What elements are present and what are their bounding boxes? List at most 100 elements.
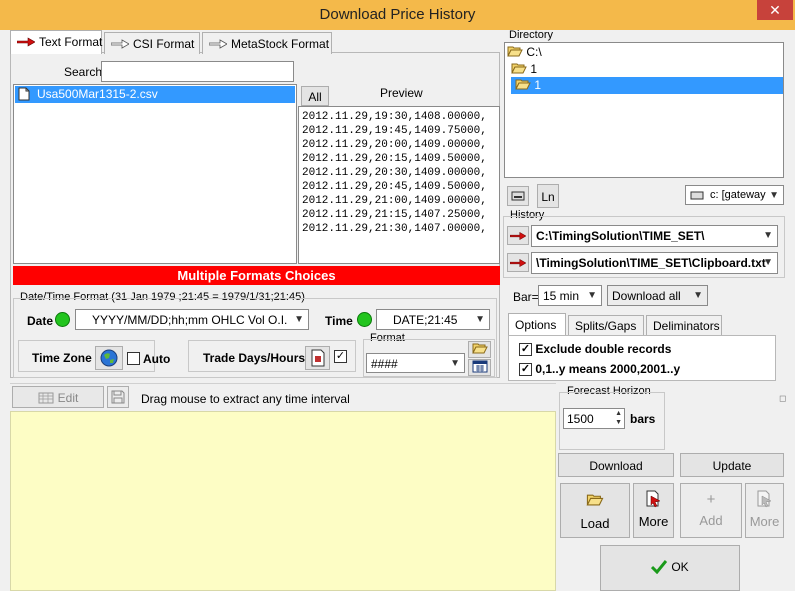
forecast-value: 1500 — [567, 412, 594, 426]
years-label: 0,1..y means 2000,2001..y — [535, 362, 681, 376]
drive-icon — [690, 191, 704, 200]
more2-label: More — [749, 514, 780, 529]
preview-line: 2012.11.29,21:15,1407.25000, — [302, 209, 487, 221]
spin-arrows-icon[interactable]: ▲ ▼ — [615, 409, 622, 427]
more-disabled-button[interactable]: More — [745, 483, 784, 538]
download-mode-value: Download all — [612, 289, 681, 303]
trade-days-button[interactable] — [305, 346, 330, 370]
arrow-right-icon — [111, 39, 129, 49]
directory-label: Directory — [509, 29, 554, 41]
exclude-double-option[interactable]: ✓ Exclude double records — [519, 342, 672, 357]
options-tabs: Options Splits/Gaps Deliminators — [506, 311, 786, 335]
list-item[interactable]: Usa500Mar1315-2.csv — [15, 86, 295, 103]
arrow-right-icon — [509, 231, 527, 241]
history-path1-value: C:\TimingSolution\TIME_SET\ — [536, 229, 705, 243]
table-edit-icon — [38, 392, 54, 404]
close-button[interactable]: ✕ — [757, 0, 793, 20]
more-button[interactable]: More — [633, 483, 674, 538]
directory-tree[interactable]: C:\ 1 1 — [504, 42, 784, 178]
exclude-label: Exclude double records — [535, 342, 672, 356]
tab-options[interactable]: Options — [508, 313, 566, 335]
time-format-select[interactable]: DATE;21:45 ▼ — [376, 309, 490, 330]
timezone-button[interactable] — [95, 346, 123, 370]
calendar-button[interactable] — [468, 359, 491, 376]
status-dot-icon — [357, 312, 372, 327]
folder-open-icon — [586, 494, 604, 506]
history-path2-select[interactable]: \TimingSolution\TIME_SET\Clipboard.txt ▼ — [531, 252, 778, 274]
folder-open-icon — [471, 343, 488, 354]
edit-hint: Drag mouse to extract any time interval — [141, 392, 350, 406]
download-button[interactable]: Download — [558, 453, 674, 477]
date-label: Date — [27, 314, 54, 328]
chevron-down-icon: ▼ — [763, 230, 773, 241]
download-mode-select[interactable]: Download all ▼ — [607, 285, 708, 306]
preview-line: 2012.11.29,20:45,1409.50000, — [302, 181, 487, 193]
open-folder-button[interactable] — [468, 341, 491, 358]
preview-line: 2012.11.29,20:30,1409.00000, — [302, 167, 487, 179]
all-button[interactable]: All — [301, 86, 329, 106]
ok-button[interactable]: OK — [600, 545, 740, 591]
tree-item-selected[interactable]: 1 — [511, 77, 783, 94]
preview-line: 2012.11.29,19:30,1408.00000, — [302, 111, 487, 123]
tree-item[interactable]: C:\ — [507, 45, 542, 61]
resize-icon: ◻ — [779, 393, 787, 403]
forecast-unit: bars — [630, 412, 656, 426]
load-button[interactable]: Load — [560, 483, 630, 538]
history-path1-button[interactable] — [507, 226, 529, 245]
add-button[interactable]: + Add — [680, 483, 742, 538]
forecast-input[interactable]: 1500 ▲ ▼ — [563, 408, 625, 429]
globe-icon — [100, 349, 118, 367]
drive-select[interactable]: c: [gateway ▼ — [685, 185, 784, 205]
preview-box[interactable]: 2012.11.29,19:30,1408.00000, 2012.11.29,… — [298, 106, 500, 264]
tab-label: MetaStock Format — [231, 37, 330, 51]
exclude-checkbox[interactable]: ✓ — [519, 343, 532, 357]
search-label: Search — [64, 65, 103, 79]
ln-button[interactable]: Ln — [537, 184, 559, 208]
tab-deliminators[interactable]: Deliminators — [646, 315, 722, 335]
history-path2-value: \TimingSolution\TIME_SET\Clipboard.txt — [536, 256, 766, 270]
plus-icon: + — [706, 491, 716, 508]
load-label: Load — [580, 516, 610, 531]
auto-checkbox[interactable] — [127, 352, 140, 365]
years-option[interactable]: ✓ 0,1..y means 2000,2001..y — [519, 362, 681, 377]
tab-metastock-format[interactable]: MetaStock Format — [202, 32, 332, 54]
save-button[interactable] — [107, 386, 129, 408]
history-path2-button[interactable] — [507, 253, 529, 272]
preview-line: 2012.11.29,20:15,1409.50000, — [302, 153, 487, 165]
format-select[interactable]: #### ▼ — [366, 353, 465, 373]
preview-header: Preview — [380, 86, 423, 100]
tab-label: Text Format — [39, 35, 103, 49]
trade-days-checkbox[interactable]: ✓ — [334, 350, 347, 363]
history-path1-select[interactable]: C:\TimingSolution\TIME_SET\ ▼ — [531, 225, 778, 247]
drive-icon — [511, 191, 525, 201]
tab-text-format[interactable]: Text Format — [10, 30, 102, 54]
tree-item[interactable]: 1 — [511, 62, 537, 78]
drive-button[interactable] — [507, 186, 529, 206]
document-red-icon — [646, 490, 661, 508]
bar-label: Bar= — [513, 290, 539, 304]
edit-label: Edit — [57, 391, 79, 405]
search-input[interactable] — [101, 61, 294, 82]
edit-button[interactable]: Edit — [12, 386, 104, 408]
add-label: Add — [699, 513, 723, 528]
text-area[interactable] — [10, 411, 556, 591]
bar-interval-select[interactable]: 15 min ▼ — [538, 285, 602, 306]
drive-value: c: [gateway — [710, 189, 766, 201]
update-button[interactable]: Update — [680, 453, 784, 477]
chevron-down-icon: ▼ — [450, 358, 460, 369]
title-bar: Download Price History ✕ — [0, 0, 795, 30]
tab-splits-gaps[interactable]: Splits/Gaps — [568, 315, 644, 335]
date-format-select[interactable]: YYYY/MM/DD;hh;mm OHLC Vol O.I. ▼ — [75, 309, 309, 330]
checkmark-icon — [651, 560, 668, 575]
file-name: Usa500Mar1315-2.csv — [37, 87, 158, 101]
tree-item-label: 1 — [530, 62, 538, 76]
years-checkbox[interactable]: ✓ — [519, 363, 532, 377]
file-list[interactable]: Usa500Mar1315-2.csv — [13, 84, 297, 264]
preview-line: 2012.11.29,21:00,1409.00000, — [302, 195, 487, 207]
client-area: Text Format CSI Format MetaStock Format … — [0, 29, 795, 591]
format-tabs: Text Format CSI Format MetaStock Format — [10, 30, 340, 56]
chevron-down-icon: ▼ — [294, 314, 304, 325]
more-label: More — [638, 514, 669, 529]
bar-interval-value: 15 min — [543, 289, 580, 303]
tab-csi-format[interactable]: CSI Format — [104, 32, 200, 54]
